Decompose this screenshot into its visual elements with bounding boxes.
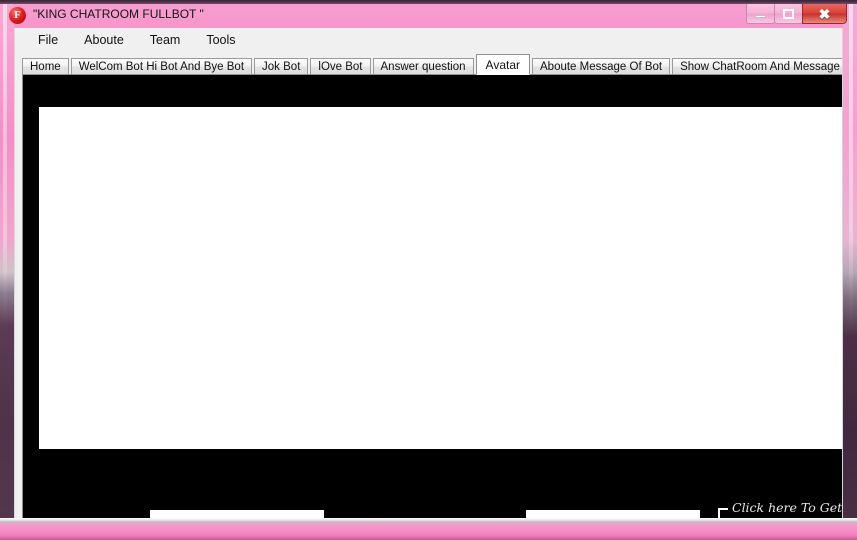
window-controls: ✖ bbox=[746, 4, 847, 25]
menu-item-team[interactable]: Team bbox=[139, 30, 192, 50]
maximize-button[interactable] bbox=[774, 4, 803, 24]
tab-answer-question[interactable]: Answer question bbox=[372, 58, 474, 75]
application-window: F "KING CHATROOM FULLBOT " ✖ File Aboute… bbox=[0, 0, 857, 540]
window-frame-right-edge bbox=[843, 4, 857, 540]
menu-item-tools[interactable]: Tools bbox=[195, 30, 246, 50]
get-avatar-groupbox-title: Click here To Get bbox=[728, 500, 842, 515]
menu-item-aboute[interactable]: Aboute bbox=[73, 30, 135, 50]
tab-avatar[interactable]: Avatar bbox=[475, 54, 530, 75]
close-button[interactable]: ✖ bbox=[802, 4, 847, 24]
tab-home[interactable]: Home bbox=[22, 58, 69, 75]
tab-love-bot[interactable]: lOve Bot bbox=[310, 58, 371, 75]
tab-jok-bot[interactable]: Jok Bot bbox=[254, 58, 309, 75]
avatar-preview-canvas[interactable] bbox=[38, 106, 842, 450]
close-icon: ✖ bbox=[818, 5, 831, 22]
twitter-avatar-label: Twtier Avatar: bbox=[419, 516, 515, 518]
nimbuzz-avatar-input[interactable] bbox=[150, 510, 324, 518]
maximize-icon bbox=[783, 8, 794, 19]
minimize-icon bbox=[755, 14, 766, 18]
title-bar[interactable]: F "KING CHATROOM FULLBOT " ✖ bbox=[0, 4, 857, 28]
window-title: "KING CHATROOM FULLBOT " bbox=[33, 7, 204, 21]
window-frame-bottom-edge bbox=[0, 518, 857, 540]
client-area: File Aboute Team Tools Home WelCom Bot H… bbox=[14, 28, 843, 518]
nimbuzz-avatar-label: Nimbuzz Avatar: bbox=[39, 516, 151, 518]
window-frame-left-edge bbox=[0, 4, 14, 540]
menu-item-file[interactable]: File bbox=[27, 30, 69, 50]
app-logo-icon[interactable]: F bbox=[9, 7, 26, 24]
tab-welcom-bot-hi-bot-and-bye-bot[interactable]: WelCom Bot Hi Bot And Bye Bot bbox=[70, 58, 253, 75]
tab-aboute-message-of-bot[interactable]: Aboute Message Of Bot bbox=[532, 58, 671, 75]
twitter-avatar-input[interactable] bbox=[526, 510, 700, 518]
tab-show-chatroom-and-message[interactable]: Show ChatRoom And Message bbox=[672, 58, 842, 75]
menu-bar: File Aboute Team Tools bbox=[15, 28, 842, 52]
get-avatar-groupbox: Click here To Get Get The Avatar ... ! bbox=[718, 500, 842, 518]
tab-page-avatar: Nimbuzz Avatar: Yahoo Avatar: Twtier Ava… bbox=[22, 74, 842, 518]
minimize-button[interactable] bbox=[746, 4, 775, 24]
tab-strip: Home WelCom Bot Hi Bot And Bye Bot Jok B… bbox=[22, 54, 842, 75]
